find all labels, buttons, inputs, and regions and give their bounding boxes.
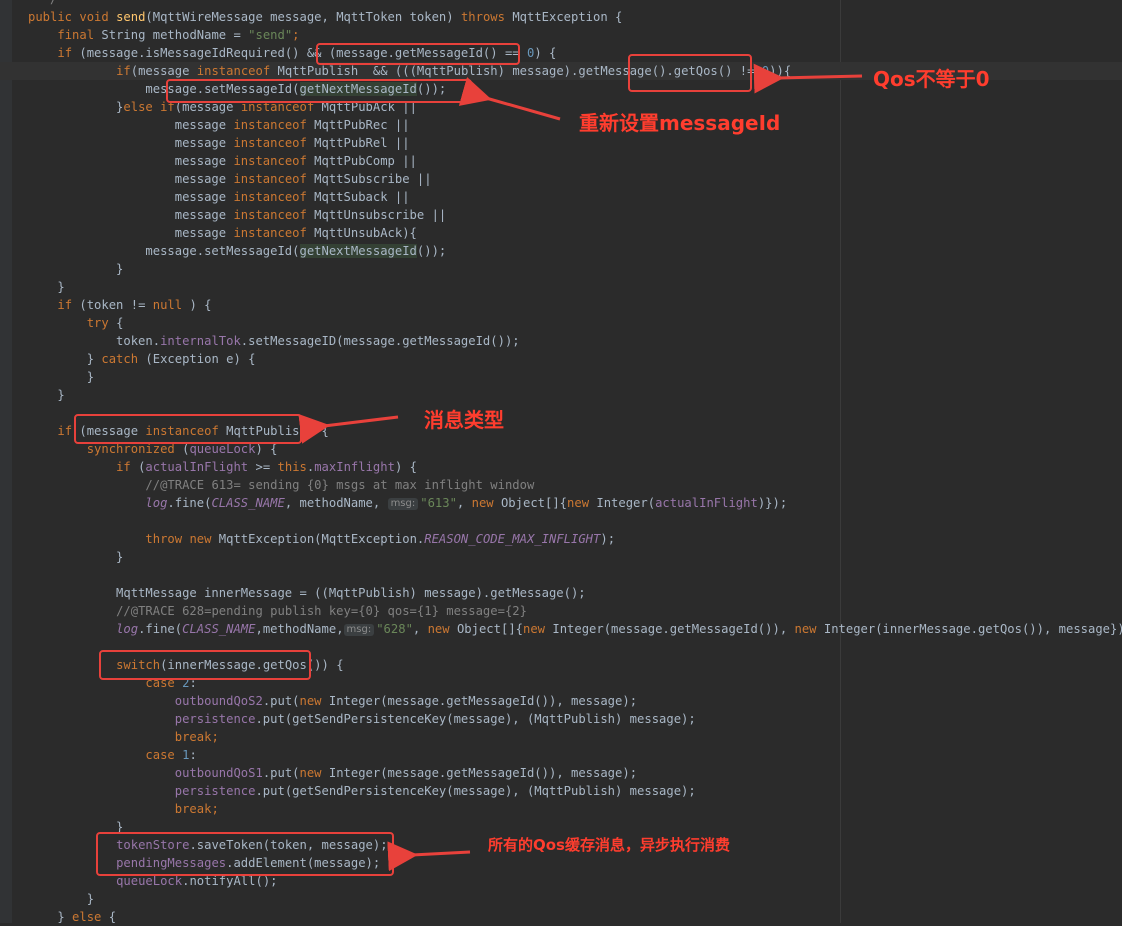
annotation-qos-label: Qos不等于0 — [873, 67, 990, 91]
annotation-reset-id-label: 重新设置messageId — [579, 111, 781, 135]
arrow-msg-type — [298, 414, 399, 444]
arrow-reset-id — [458, 77, 561, 121]
annotation-arrows — [298, 63, 863, 872]
annotation-cache-label: 所有的Qos缓存消息，异步执行消费 — [488, 836, 730, 854]
annotation-msg-type-label: 消息类型 — [424, 408, 504, 432]
arrow-cache — [387, 841, 471, 872]
arrow-qos — [753, 63, 863, 94]
